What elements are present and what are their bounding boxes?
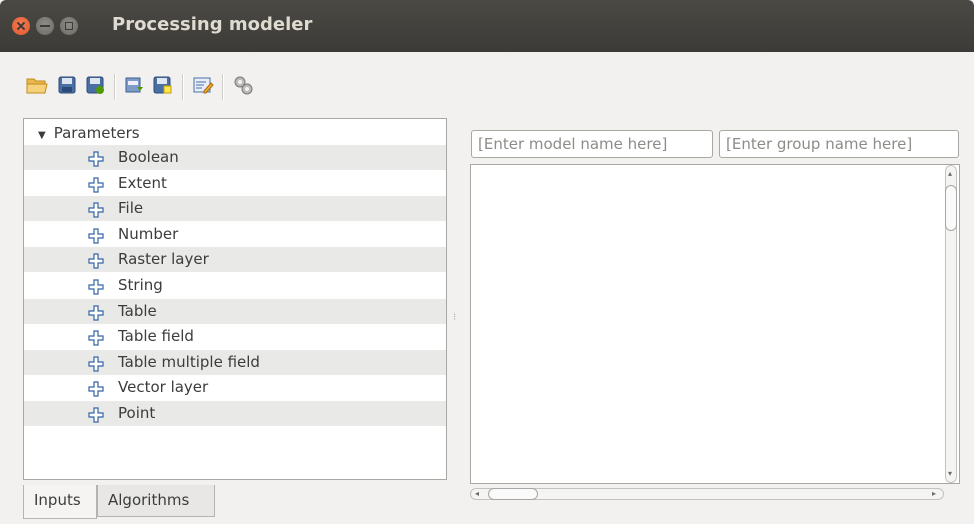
plus-icon [88,406,104,431]
export-script-icon [153,76,172,94]
tree-root-parameters[interactable]: ▼ Parameters [38,123,140,143]
tree-item[interactable]: Raster layer [24,247,446,273]
scroll-left-icon[interactable]: ◂ [475,489,479,498]
tree-item[interactable]: Extent [24,171,446,196]
floppy-disk-edit-icon [86,76,104,94]
tree-item[interactable]: Table field [24,324,446,349]
tree-item[interactable]: Number [24,222,446,247]
tab-label: Algorithms [108,491,190,509]
edit-help-button[interactable] [190,72,216,98]
vertical-scroll-thumb[interactable] [945,185,957,231]
run-model-button[interactable] [230,72,256,98]
tab-algorithms[interactable]: Algorithms [97,485,215,517]
group-name-input[interactable]: [Enter group name here] [719,130,959,158]
maximize-window-button[interactable] [60,17,78,35]
tree-item-label: Table [118,301,157,320]
close-window-button[interactable] [12,17,30,35]
folder-open-icon [26,78,48,94]
tree-item-label: Point [118,404,156,422]
model-canvas[interactable] [470,164,960,484]
scroll-up-icon[interactable]: ▴ [948,169,952,178]
horizontal-scrollbar[interactable]: ◂ ▸ [470,486,944,502]
tab-inputs[interactable]: Inputs [23,485,97,519]
window-title: Processing modeler [112,14,313,35]
export-python-button[interactable] [150,72,176,98]
tree-item[interactable]: Vector layer [24,375,446,400]
save-model-as-button[interactable] [82,72,108,98]
inputs-tree-panel: ▼ Parameters Boolean Extent File Number Raste… [23,118,447,480]
save-model-button[interactable] [54,72,80,98]
tab-label: Inputs [34,491,81,509]
tree-item-label: Table multiple field [118,352,260,371]
tree-item-label: Number [118,224,179,243]
tree-root-label: Parameters [53,124,140,142]
scroll-right-icon[interactable]: ▸ [932,489,936,498]
tree-item-label: Boolean [118,148,179,166]
window-titlebar: Processing modeler [0,0,974,52]
minimize-window-button[interactable] [36,17,54,35]
tree-item-label: Raster layer [118,250,209,269]
scroll-down-icon[interactable]: ▾ [948,469,952,478]
tree-item-label: Table field [118,327,194,346]
group-name-placeholder: [Enter group name here] [726,135,913,153]
toolbar-separator [222,74,224,100]
tree-item-label: Vector layer [118,378,209,397]
horizontal-scroll-thumb[interactable] [488,488,538,500]
open-model-button[interactable] [24,72,50,98]
export-image-icon [125,77,143,93]
model-name-placeholder: [Enter model name here] [478,135,668,153]
toolbar-separator [182,74,184,100]
tree-item[interactable]: Table multiple field [24,349,446,375]
vertical-scrollbar[interactable]: ▴ ▾ [943,165,959,483]
tree-item-label: File [118,199,144,218]
tree-item[interactable]: Table [24,298,446,324]
panel-splitter-handle[interactable]: ⁝ [453,313,456,323]
expand-arrow-icon[interactable]: ▼ [38,130,46,141]
tree-item-label: String [118,276,163,294]
floppy-disk-icon [58,76,76,94]
toolbar-separator [114,74,116,100]
model-name-input[interactable]: [Enter model name here] [471,130,713,158]
tree-item-label: Extent [118,173,167,192]
gears-icon [234,76,253,95]
edit-help-icon [193,77,214,94]
tree-item[interactable]: File [24,196,446,222]
export-image-button[interactable] [122,72,148,98]
tree-item[interactable]: String [24,273,446,298]
tree-item[interactable]: Point [24,401,446,426]
tree-item[interactable]: Boolean [24,145,446,170]
